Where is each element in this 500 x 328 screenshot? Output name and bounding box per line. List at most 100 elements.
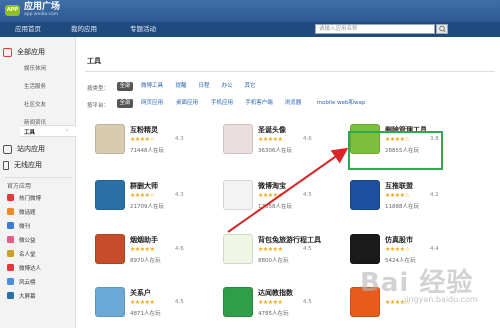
app-card[interactable]: 群删大师 ★★★★☆ 4.3 21709人在玩 [95, 180, 215, 220]
top-header: APP 应用广场 app.weibo.com [0, 0, 500, 22]
rating-value: 4.6 [175, 246, 184, 252]
search-button[interactable] [436, 24, 448, 34]
sidebar-site-apps[interactable]: 站内应用 [3, 141, 45, 157]
sidebar-category-entertainment[interactable]: 娱乐休闲 [24, 64, 46, 72]
app-name[interactable]: 互推联盟 [385, 181, 413, 191]
app-name[interactable]: 群删大师 [130, 181, 158, 191]
grid-icon [3, 47, 12, 57]
app-icon-index-chart[interactable] [223, 287, 253, 317]
rating-value: 4.5 [303, 192, 312, 198]
app-name[interactable]: 烟烟助手 [130, 235, 158, 245]
player-count: 11888人在玩 [385, 204, 419, 210]
app-card[interactable]: 微博淘宝 ★★★★★ 4.5 17658人在玩 [223, 180, 343, 220]
sidebar-divider [4, 177, 72, 178]
sidebar-official-item[interactable]: 微博达人 [7, 262, 41, 273]
filter-type-label: 按类型： [87, 86, 110, 92]
filter-platform-all[interactable]: 全部 [117, 99, 133, 108]
app-name[interactable]: 仿真股市 [385, 235, 413, 245]
rating-value: 4.6 [303, 136, 312, 142]
app-card[interactable]: 关系户 ★★★★★ 4.5 4871人在玩 [95, 287, 215, 327]
app-icon-christmas-avatar[interactable] [223, 124, 253, 154]
rating-stars: ★★★★☆ [385, 192, 410, 199]
official-apps-header: 官方应用 [7, 183, 32, 190]
tab-events[interactable]: 专题活动 [112, 22, 174, 37]
ranking-icon [7, 278, 14, 285]
filter-type-office[interactable]: 办公 [220, 82, 234, 91]
app-name[interactable]: 微博淘宝 [258, 181, 286, 191]
sidebar-official-item[interactable]: 名人堂 [7, 248, 36, 259]
rating-stars: ★★★★★ [258, 299, 283, 306]
app-name[interactable]: 互粉精灵 [130, 125, 158, 135]
app-icon-group-delete[interactable] [95, 180, 125, 210]
app-name[interactable]: 圣诞头像 [258, 125, 286, 135]
site-subtitle: app.weibo.com [24, 12, 59, 17]
magazine-icon [7, 222, 14, 229]
sidebar: 全部应用 娱乐休闲 生活服务 社区交友 新闻资讯 工具 › 站内应用 无线应用 … [0, 37, 76, 328]
filter-type-reminder[interactable]: 提醒 [174, 82, 188, 91]
app-icon-backpack-rabbit[interactable] [223, 234, 253, 264]
tab-home[interactable]: 应用首页 [0, 22, 56, 37]
rating-stars: ★★★★★ [130, 299, 155, 306]
app-card[interactable]: 互推联盟 ★★★★☆ 4.2 11888人在玩 [350, 180, 470, 220]
sidebar-category-tools[interactable]: 工具 [24, 128, 35, 136]
sidebar-all-apps[interactable]: 全部应用 [3, 44, 45, 60]
filter-type-schedule[interactable]: 日程 [197, 82, 211, 91]
app-card[interactable]: 互粉精灵 ★★★★☆ 4.3 71448人在玩 [95, 124, 215, 164]
rating-value: 4.3 [175, 192, 184, 198]
topic-icon [7, 208, 14, 215]
app-name[interactable]: 背包兔旅游行程工具 [258, 235, 321, 245]
app-icon-relations[interactable] [95, 287, 125, 317]
sidebar-official-item[interactable]: 热门微博 [7, 192, 41, 203]
app-name[interactable]: 关系户 [130, 288, 151, 298]
rating-stars: ★★★★★ [130, 246, 155, 253]
logo-badge: APP [5, 4, 20, 16]
app-square-logo[interactable]: APP 应用广场 app.weibo.com [5, 3, 60, 17]
search-input[interactable]: 请输入应用名称 [315, 24, 435, 34]
site-apps-icon [3, 144, 12, 154]
app-name[interactable]: 达闻教指数 [258, 288, 293, 298]
player-count: 71448人在玩 [130, 148, 164, 154]
filter-type-weibo-tools[interactable]: 微博工具 [139, 82, 165, 91]
app-card[interactable]: 圣诞头像 ★★★★★ 4.6 36306人在玩 [223, 124, 343, 164]
rating-stars: ★★★★☆ [130, 136, 155, 143]
rating-stars: ★★★★☆ [385, 246, 410, 253]
rating-stars: ★★★★★ [258, 192, 283, 199]
watermark: Bai 经验 [360, 268, 474, 298]
sidebar-official-item[interactable]: 大屏幕 [7, 290, 36, 301]
filter-platform-desktop[interactable]: 桌面应用 [174, 99, 200, 108]
app-icon-stock-sim[interactable] [350, 234, 380, 264]
sidebar-category-social[interactable]: 社区交友 [24, 100, 46, 108]
app-card[interactable]: 烟烟助手 ★★★★★ 4.6 8970人在玩 [95, 234, 215, 274]
chevron-right-icon: › [66, 127, 69, 134]
tab-my-apps[interactable]: 我的应用 [56, 22, 112, 37]
player-count: 8800人在玩 [258, 258, 289, 264]
rating-value: 4.5 [175, 299, 184, 305]
player-count: 8970人在玩 [130, 258, 161, 264]
rating-stars: ★★★★☆ [130, 192, 155, 199]
sidebar-official-item[interactable]: 微刊 [7, 220, 30, 231]
app-icon-mutual-push[interactable] [350, 180, 380, 210]
sidebar-wireless-apps[interactable]: 无线应用 [3, 157, 42, 173]
filter-platform-client[interactable]: 手机客户端 [244, 99, 274, 108]
filter-platform-web[interactable]: 网页应用 [139, 99, 165, 108]
app-icon-weibo-taobao[interactable] [223, 180, 253, 210]
rating-value: 4.2 [430, 192, 439, 198]
filter-type-all[interactable]: 全部 [117, 82, 133, 91]
filter-platform-mobile-web[interactable]: mobile web和wap [313, 99, 369, 108]
player-count: 17658人在玩 [258, 204, 292, 210]
app-icon-smoke-assistant[interactable] [95, 234, 125, 264]
filter-platform-label: 按平台： [87, 103, 110, 109]
sidebar-official-item[interactable]: 微公益 [7, 234, 36, 245]
filter-type-other[interactable]: 其它 [243, 82, 257, 91]
filter-platform-browser[interactable]: 浏览器 [283, 99, 303, 108]
app-card[interactable]: 达闻教指数 ★★★★★ 4.5 4785人在玩 [223, 287, 343, 327]
rating-value: 4.5 [303, 246, 312, 252]
search-icon [439, 25, 446, 33]
sidebar-official-item[interactable]: 风云榜 [7, 276, 36, 287]
sidebar-official-item[interactable]: 微话题 [7, 206, 36, 217]
app-card[interactable]: 背包兔旅游行程工具 ★★★★★ 4.5 8800人在玩 [223, 234, 343, 274]
sidebar-category-life[interactable]: 生活服务 [24, 82, 46, 90]
app-icon-follow-sprite[interactable] [95, 124, 125, 154]
filter-platform-mobile[interactable]: 手机应用 [209, 99, 235, 108]
player-count: 36306人在玩 [258, 148, 292, 154]
